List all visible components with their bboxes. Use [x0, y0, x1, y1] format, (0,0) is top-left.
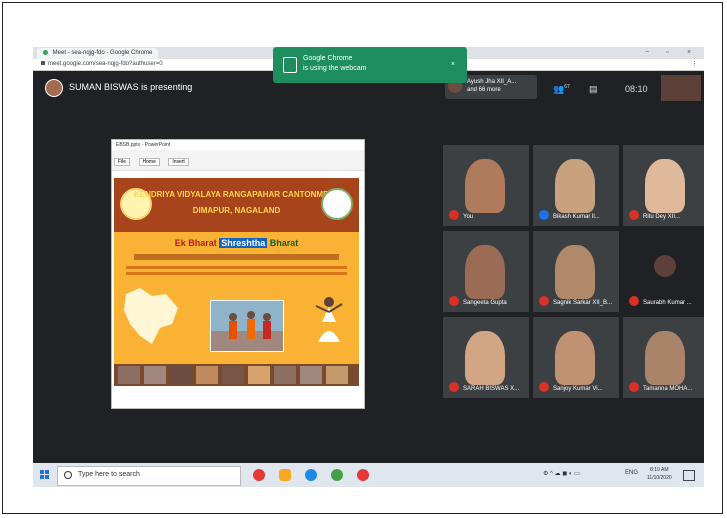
- app-icon[interactable]: [253, 469, 265, 481]
- presenting-label: SUMAN BISWAS is presenting: [69, 82, 193, 92]
- powerpoint-toolbar: File Home Insert: [112, 150, 364, 171]
- people-icon[interactable]: 👥67: [553, 84, 570, 95]
- mic-off-icon: [539, 296, 549, 306]
- participant-video: [645, 159, 685, 213]
- participant-name: Ritu Dey XII...: [643, 214, 681, 220]
- chat-icon[interactable]: ▤: [589, 84, 598, 95]
- search-placeholder: Type here to search: [78, 471, 140, 478]
- participant-video: [645, 331, 685, 385]
- hindi-text-line-graphic: [126, 272, 347, 275]
- participant-video: [555, 159, 595, 213]
- hindi-subtitle-graphic: [134, 254, 339, 260]
- participant-video: [465, 331, 505, 385]
- presenter-avatar: [45, 79, 63, 97]
- powerpoint-title: EBSB.pptx - PowerPoint: [116, 142, 171, 148]
- participant-name: Ayush Jha XII_A...: [467, 79, 517, 85]
- dancer-illustration: [315, 297, 343, 342]
- participant-tile[interactable]: Bikash Kumar ll...: [533, 145, 619, 226]
- chrome-icon[interactable]: [331, 469, 343, 481]
- taskbar-clock[interactable]: 8:10 AM 11/10/2020: [647, 466, 672, 482]
- participant-tile[interactable]: Sanjoy Kumar Vi...: [533, 317, 619, 398]
- desktop-screen: Meet - sea-nqjg-fdo - Google Chrome − ▫ …: [33, 47, 704, 487]
- ribbon-tab-home: Home: [138, 158, 160, 166]
- hindi-text-line-graphic: [126, 266, 347, 269]
- edge-icon[interactable]: [305, 469, 317, 481]
- participant-name: Saurabh Kumar ...: [643, 300, 692, 306]
- participant-name: Sangeeta Gupta: [463, 300, 507, 306]
- ebsb-logo: [321, 188, 353, 220]
- taskbar-time: 8:10 AM: [650, 467, 669, 473]
- url-text: meet.google.com/sea-nqjg-fdo?authuser=0: [41, 59, 163, 70]
- notification-title: Google Chrome: [303, 55, 353, 62]
- participant-name: Bikash Kumar ll...: [553, 214, 600, 220]
- minimize-button[interactable]: −: [645, 48, 649, 58]
- participant-tile[interactable]: Sangeeta Gupta: [443, 231, 529, 312]
- ebsb-heading: Ek Bharat Shreshtha Bharat: [114, 238, 359, 248]
- mic-off-icon: [449, 382, 459, 392]
- dance-photo: [210, 300, 284, 352]
- slide-body: Ek Bharat Shreshtha Bharat: [114, 232, 359, 364]
- taskbar-search-box[interactable]: Type here to search: [57, 466, 241, 486]
- ebsb-word-3: Bharat: [269, 238, 299, 248]
- mic-off-icon: [629, 210, 639, 220]
- mic-off-icon: [449, 210, 459, 220]
- mic-off-icon: [629, 296, 639, 306]
- mic-off-icon: [449, 296, 459, 306]
- maximize-button[interactable]: ▫: [666, 48, 668, 58]
- participant-video: [555, 245, 595, 299]
- windows-taskbar: Type here to search ⚙ ^ ☁ ◼ ◐ ▭ ENG 8:10…: [33, 463, 704, 487]
- lock-icon: [41, 61, 45, 66]
- people-count: 67: [564, 84, 570, 90]
- notification-close-icon[interactable]: ×: [451, 61, 455, 68]
- browser-tab[interactable]: Meet - sea-nqjg-fdo - Google Chrome: [37, 48, 159, 59]
- participant-video: [465, 159, 505, 213]
- app-icon[interactable]: [357, 469, 369, 481]
- webcam-notification[interactable]: Google Chrome is using the webcam ×: [273, 47, 467, 83]
- monument-photo-strip: [114, 364, 359, 386]
- ebsb-word-1: Ek Bharat: [174, 238, 217, 248]
- participant-name: Sanjoy Kumar Vi...: [553, 386, 603, 392]
- browser-menu-icon[interactable]: ⋮: [691, 60, 698, 68]
- chrome-notification-icon: [283, 57, 297, 73]
- screenshot-frame: Meet - sea-nqjg-fdo - Google Chrome − ▫ …: [2, 2, 723, 514]
- self-view-thumbnail[interactable]: [661, 75, 701, 101]
- file-explorer-icon[interactable]: [279, 469, 291, 481]
- mic-off-icon: [629, 382, 639, 392]
- meeting-clock: 08:10: [625, 84, 648, 94]
- taskbar-date: 11/10/2020: [647, 475, 672, 481]
- mic-off-icon: [539, 382, 549, 392]
- system-tray-icons[interactable]: ⚙ ^ ☁ ◼ ◐ ▭: [543, 470, 580, 477]
- participant-tile[interactable]: Sagnik Sarkar XII_B...: [533, 231, 619, 312]
- notification-message: is using the webcam: [303, 65, 367, 72]
- state-map-image: [124, 288, 178, 344]
- ribbon-tab-file: File: [114, 158, 131, 166]
- ebsb-word-2: Shreshtha: [219, 238, 268, 248]
- notification-center-icon[interactable]: [683, 470, 695, 481]
- shared-presentation: EBSB.pptx - PowerPoint File Home Insert …: [111, 139, 365, 409]
- school-banner: KENDRIYA VIDYALAYA RANGAPAHAR CANTONMENT…: [114, 178, 359, 232]
- participant-tile[interactable]: Tamanna MOHA...: [623, 317, 704, 398]
- participant-video: [555, 331, 595, 385]
- participant-tile[interactable]: Saurabh Kumar ...: [623, 231, 704, 312]
- close-window-button[interactable]: ×: [687, 48, 691, 58]
- search-icon: [64, 471, 72, 479]
- ribbon-tab-insert: Insert: [168, 158, 189, 166]
- windows-start-icon[interactable]: [40, 470, 50, 480]
- participant-tile[interactable]: Ritu Dey XII...: [623, 145, 704, 226]
- participant-tile[interactable]: SARAH BISWAS X...: [443, 317, 529, 398]
- participant-video: [465, 245, 505, 299]
- participant-tile[interactable]: You: [443, 145, 529, 226]
- audio-active-icon: [539, 210, 549, 220]
- participant-avatar: [654, 255, 676, 277]
- tab-title: Meet - sea-nqjg-fdo - Google Chrome: [52, 50, 153, 56]
- language-indicator[interactable]: ENG: [625, 470, 638, 476]
- participant-name: Sagnik Sarkar XII_B...: [553, 300, 613, 306]
- participant-name: You: [463, 214, 474, 220]
- participant-more: and 66 more: [467, 87, 501, 93]
- meet-icon: [43, 49, 48, 55]
- participant-name: SARAH BISWAS X...: [463, 386, 520, 392]
- participant-name: Tamanna MOHA...: [643, 386, 693, 392]
